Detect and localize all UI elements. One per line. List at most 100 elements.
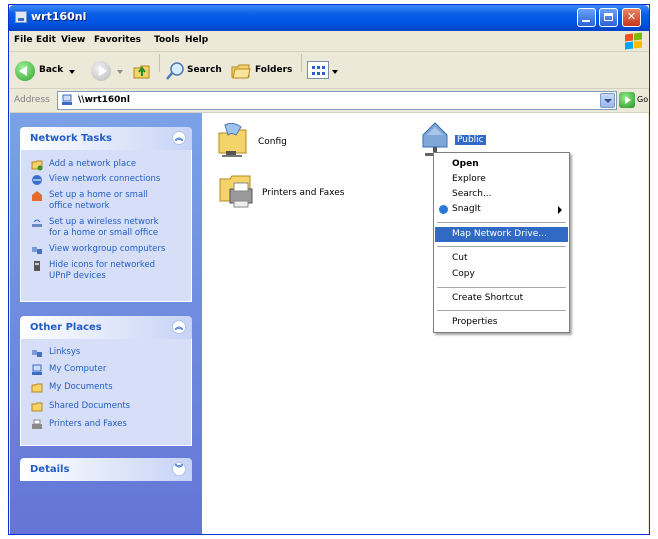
minimize-icon bbox=[582, 20, 590, 22]
go-arrow-icon[interactable] bbox=[619, 92, 635, 108]
menu-item-create-shortcut[interactable]: Create Shortcut bbox=[435, 291, 568, 306]
address-field[interactable]: \\wrt160nl bbox=[57, 91, 617, 110]
menu-edit[interactable]: Edit bbox=[36, 35, 56, 45]
home-network-icon bbox=[32, 191, 42, 201]
upnp-icon bbox=[34, 261, 40, 271]
menu-item-cut[interactable]: Cut bbox=[435, 251, 568, 266]
up-folder-button[interactable] bbox=[133, 61, 155, 81]
other-places-title: Other Places bbox=[30, 322, 102, 333]
menu-item-snagit[interactable]: SnagIt bbox=[435, 202, 568, 217]
menu-item-properties[interactable]: Properties bbox=[435, 315, 568, 330]
shared-folder-icon bbox=[218, 123, 247, 157]
network-drive-icon bbox=[62, 94, 72, 105]
menu-view[interactable]: View bbox=[61, 35, 85, 45]
search-icon bbox=[166, 62, 184, 80]
forward-dropdown-icon[interactable] bbox=[117, 70, 123, 74]
address-bar: Address \\wrt160nl Go bbox=[9, 89, 649, 113]
views-dropdown-icon[interactable] bbox=[332, 70, 338, 74]
toolbar-separator bbox=[301, 54, 302, 72]
back-button[interactable]: Back bbox=[15, 61, 85, 81]
forward-button[interactable] bbox=[91, 61, 127, 81]
add-network-place-icon bbox=[31, 160, 43, 171]
windows-logo-icon bbox=[623, 32, 643, 50]
place-label: Shared Documents bbox=[49, 401, 131, 411]
search-label: Search bbox=[187, 65, 222, 75]
menu-favorites[interactable]: Favorites bbox=[94, 35, 141, 45]
address-dropdown-button[interactable] bbox=[600, 93, 615, 108]
menu-tools[interactable]: Tools bbox=[154, 35, 180, 45]
printer-icon bbox=[32, 419, 42, 429]
workgroup-icon bbox=[32, 350, 42, 357]
back-dropdown-icon[interactable] bbox=[69, 70, 75, 74]
menu-file[interactable]: File bbox=[14, 35, 32, 45]
snagit-icon bbox=[439, 205, 448, 214]
place-label: Linksys bbox=[49, 347, 81, 357]
network-drive-icon bbox=[15, 11, 27, 23]
menu-item-open[interactable]: Open bbox=[435, 157, 568, 172]
item-printers-and-faxes-label: Printers and Faxes bbox=[262, 188, 345, 198]
task-label: Add a network place bbox=[49, 159, 137, 169]
item-public-label: Public bbox=[455, 135, 486, 145]
folders-label: Folders bbox=[255, 65, 293, 75]
task-label: Set up a home or small office network bbox=[49, 190, 148, 211]
network-tasks-panel: Network Tasks ︽ Add a network place View… bbox=[20, 127, 192, 302]
submenu-arrow-icon bbox=[558, 206, 562, 214]
details-panel: Details ︾ bbox=[20, 458, 192, 481]
views-button[interactable] bbox=[307, 61, 339, 81]
toolbar-separator bbox=[159, 54, 160, 72]
collapse-chevron-icon[interactable]: ︽ bbox=[172, 320, 186, 334]
collapse-chevron-icon[interactable]: ︽ bbox=[172, 131, 186, 145]
network-tasks-header[interactable]: Network Tasks ︽ bbox=[20, 127, 192, 150]
place-label: My Computer bbox=[49, 364, 107, 374]
back-label: Back bbox=[39, 65, 64, 75]
task-label: Hide icons for networked UPnP devices bbox=[49, 260, 156, 281]
menu-item-copy[interactable]: Copy bbox=[435, 267, 568, 282]
minimize-button[interactable] bbox=[577, 8, 596, 27]
menu-separator bbox=[437, 287, 566, 288]
menu-bar: File Edit View Favorites Tools Help bbox=[9, 31, 649, 52]
printer-icon bbox=[219, 175, 253, 208]
file-view: Config Printers and Faxes Public bbox=[202, 113, 648, 534]
wireless-network-icon bbox=[32, 219, 42, 227]
other-places-list: Linksys My Computer My Documents Shared … bbox=[20, 339, 192, 446]
expand-chevron-icon[interactable]: ︾ bbox=[172, 462, 186, 476]
maximize-icon bbox=[604, 13, 613, 21]
menu-item-search[interactable]: Search... bbox=[435, 187, 568, 202]
item-config[interactable]: Config bbox=[216, 123, 336, 163]
close-button[interactable]: ✕ bbox=[622, 8, 641, 27]
address-label: Address bbox=[14, 95, 50, 105]
other-places-panel: Other Places ︽ Linksys My Computer My Do… bbox=[20, 316, 192, 446]
menu-separator bbox=[437, 222, 566, 223]
task-label: View workgroup computers bbox=[49, 244, 166, 254]
title-bar[interactable]: wrt160nl ✕ bbox=[9, 5, 649, 31]
toolbar: Back Search Folders bbox=[9, 52, 649, 89]
folders-button[interactable]: Folders bbox=[231, 61, 295, 81]
maximize-button[interactable] bbox=[599, 8, 618, 27]
menu-separator bbox=[437, 310, 566, 311]
folder-icon bbox=[31, 383, 43, 393]
details-header[interactable]: Details ︾ bbox=[20, 458, 192, 481]
place-label: Printers and Faxes bbox=[49, 419, 127, 429]
menu-item-map-network-drive[interactable]: Map Network Drive... bbox=[435, 227, 568, 242]
search-button[interactable]: Search bbox=[165, 61, 225, 81]
up-folder-icon bbox=[133, 65, 150, 79]
address-value: \\wrt160nl bbox=[78, 95, 130, 105]
close-icon: ✕ bbox=[626, 10, 637, 23]
folder-icon bbox=[31, 402, 43, 412]
menu-help[interactable]: Help bbox=[185, 35, 208, 45]
item-printers-and-faxes[interactable]: Printers and Faxes bbox=[216, 171, 386, 215]
task-label: View network connections bbox=[49, 174, 161, 184]
item-config-label: Config bbox=[258, 137, 287, 147]
forward-arrow-icon bbox=[91, 61, 111, 81]
other-places-header[interactable]: Other Places ︽ bbox=[20, 316, 192, 339]
menu-separator bbox=[437, 246, 566, 247]
go-button[interactable]: Go bbox=[637, 95, 648, 104]
network-tasks-title: Network Tasks bbox=[30, 133, 112, 144]
place-label: My Documents bbox=[49, 382, 113, 392]
computer-icon bbox=[32, 364, 42, 375]
context-menu: Open Explore Search... SnagIt Map Networ… bbox=[433, 152, 570, 333]
back-arrow-icon bbox=[15, 61, 35, 81]
folders-icon bbox=[231, 64, 251, 79]
network-connections-icon bbox=[32, 175, 42, 185]
menu-item-explore[interactable]: Explore bbox=[435, 172, 568, 187]
